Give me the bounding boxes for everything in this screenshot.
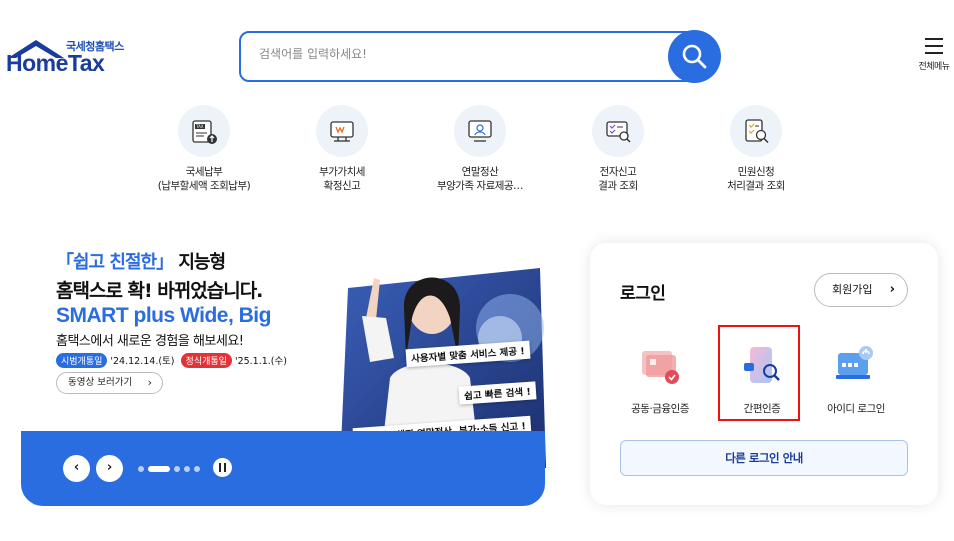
certificate-login-label: 공동·금융인증 [631, 403, 689, 415]
join-label: 회원가입 [832, 283, 873, 296]
slider-next-button[interactable]: › [96, 455, 123, 482]
quick-menu-label: 부가가치세 [319, 166, 365, 178]
selection-highlight-box [718, 325, 800, 421]
watch-video-label: 동영상 보러가기 [68, 377, 133, 388]
slider-dot[interactable] [184, 466, 190, 472]
e-filing-result-icon [592, 105, 644, 157]
slider-dot[interactable] [174, 466, 180, 472]
slider-dots [138, 466, 204, 472]
chevron-right-icon: › [147, 376, 152, 389]
all-menu-label: 전체메뉴 [918, 62, 950, 72]
slider-dot-active[interactable] [148, 466, 170, 472]
search-icon [682, 44, 707, 69]
logo-title: HomeTax [6, 50, 105, 76]
official-open-date: '25.1.1.(수) [234, 356, 287, 367]
pilot-open-date: '24.12.14.(토) [110, 356, 175, 367]
quick-menu-label: 민원신청 [737, 166, 775, 178]
hometax-logo[interactable]: 국세청홈택스 HomeTax [6, 38, 131, 78]
quick-menu-tax-payment[interactable]: TAX 국세납부 (납부할세액 조회납부) [149, 105, 259, 193]
watch-video-button[interactable]: 동영상 보러가기 › [56, 372, 163, 394]
certificate-login-option[interactable]: 공동·금융인증 [612, 343, 708, 416]
tax-payment-icon: TAX [178, 105, 230, 157]
search-box [239, 31, 699, 82]
banner-headline-2: 홈택스로 확! 바뀌었습니다. [56, 280, 263, 302]
banner-dates: 시범개통일 '24.12.14.(토) 정식개통일 '25.1.1.(수) [56, 353, 287, 368]
pause-icon [224, 463, 226, 472]
slider-dot[interactable] [194, 466, 200, 472]
year-end-settlement-icon [454, 105, 506, 157]
slider-pause-button[interactable] [213, 458, 232, 477]
search-input[interactable] [259, 47, 659, 61]
login-title: 로그인 [620, 284, 666, 304]
certificate-icon [634, 343, 686, 389]
quick-menu-label: 연말정산 [461, 166, 499, 178]
quick-menu-sublabel: 확정신고 [323, 180, 361, 192]
quick-menu-label: 전자신고 [599, 166, 637, 178]
banner-headline-1: 「쉽고 친절한」 지능형 [56, 248, 287, 274]
quick-menu-label: 국세납부 [185, 166, 223, 178]
vat-report-icon [316, 105, 368, 157]
quick-menu-civil-petition[interactable]: 민원신청 처리결과 조회 [701, 105, 811, 193]
quick-menu-year-end[interactable]: 연말정산 부양가족 자료제공… [425, 105, 535, 193]
pilot-open-badge: 시범개통일 [56, 353, 108, 368]
banner-text: 「쉽고 친절한」 지능형 홈택스로 확! 바뀌었습니다. SMART plus … [56, 248, 287, 368]
search-button[interactable] [668, 30, 721, 83]
banner-headline-rest: 지능형 [173, 252, 226, 273]
all-menu-button[interactable]: 전체메뉴 [912, 38, 954, 78]
svg-text:TAX: TAX [195, 124, 204, 129]
quick-menu-sublabel: 결과 조회 [598, 180, 638, 192]
hamburger-icon [912, 38, 954, 54]
banner-headline-4: 홈택스에서 새로운 경험을 해보세요! [56, 334, 244, 349]
slider-prev-button[interactable]: ‹ [63, 455, 90, 482]
slider-dot[interactable] [138, 466, 144, 472]
official-open-badge: 정식개통일 [180, 353, 232, 368]
quick-menu-vat[interactable]: 부가가치세 확정신고 [287, 105, 397, 193]
pause-icon [219, 463, 221, 472]
id-login-icon [830, 343, 882, 389]
other-login-guide-button[interactable]: 다른 로그인 안내 [620, 440, 908, 476]
quick-menu-sublabel: 부양가족 자료제공… [436, 180, 524, 192]
join-button[interactable]: 회원가입 › [814, 273, 908, 307]
banner-headline-highlight: 「쉽고 친절한」 [56, 252, 174, 273]
id-login-option[interactable]: 아이디 로그인 [808, 343, 904, 416]
quick-menu-sublabel: (납부할세액 조회납부) [157, 180, 251, 192]
quick-menu-e-filing[interactable]: 전자신고 결과 조회 [563, 105, 673, 193]
banner-headline-3: SMART plus Wide, Big [56, 304, 271, 327]
civil-petition-icon [730, 105, 782, 157]
quick-menu-sublabel: 처리결과 조회 [727, 180, 785, 192]
chevron-right-icon: › [889, 282, 895, 297]
id-login-label: 아이디 로그인 [827, 403, 885, 415]
